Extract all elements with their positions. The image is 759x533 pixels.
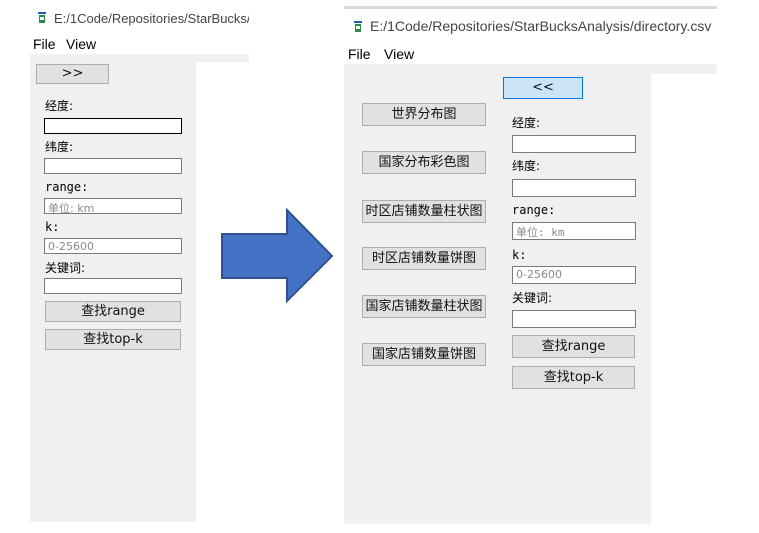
keyword-input[interactable]	[44, 278, 182, 294]
k-label: k:	[45, 220, 60, 234]
window-top-border	[344, 6, 717, 9]
expand-toggle-button[interactable]: >>	[36, 64, 109, 84]
latitude-label: 纬度:	[512, 159, 541, 173]
timezone-pie-chart-button[interactable]: 时区店铺数量饼图	[362, 247, 486, 270]
window-title: E:/1Code/Repositories/StarBucksAnalysis/…	[370, 18, 712, 34]
longitude-input[interactable]	[512, 135, 636, 153]
keyword-label: 关键词:	[512, 291, 553, 305]
longitude-label: 经度:	[45, 99, 74, 113]
keyword-label: 关键词:	[45, 261, 86, 275]
arrow-right-icon	[221, 208, 334, 303]
range-input[interactable]: 单位: km	[512, 222, 636, 240]
world-map-button[interactable]: 世界分布图	[362, 103, 486, 126]
toolbar-strip	[30, 54, 249, 62]
search-topk-button[interactable]: 查找top-k	[45, 329, 181, 350]
toolbar-strip	[344, 64, 717, 74]
k-input[interactable]: 0-25600	[44, 238, 182, 254]
k-input[interactable]: 0-25600	[512, 266, 636, 284]
search-topk-button[interactable]: 查找top-k	[512, 366, 635, 389]
app-icon	[38, 12, 46, 23]
keyword-input[interactable]	[512, 310, 636, 328]
app-icon	[354, 21, 362, 32]
menu-view[interactable]: View	[384, 46, 414, 62]
longitude-input[interactable]	[44, 118, 182, 134]
menu-view[interactable]: View	[66, 36, 96, 52]
range-label: range:	[512, 203, 556, 217]
country-bar-chart-button[interactable]: 国家店铺数量柱状图	[362, 295, 486, 318]
range-label: range:	[45, 180, 89, 194]
range-input[interactable]: 单位: km	[44, 198, 182, 214]
timezone-bar-chart-button[interactable]: 时区店铺数量柱状图	[362, 200, 486, 223]
collapse-toggle-button[interactable]: <<	[503, 77, 583, 99]
search-range-button[interactable]: 查找range	[512, 335, 635, 358]
longitude-label: 经度:	[512, 116, 541, 130]
search-range-button[interactable]: 查找range	[45, 301, 181, 322]
latitude-input[interactable]	[44, 158, 182, 174]
latitude-input[interactable]	[512, 179, 636, 197]
country-pie-chart-button[interactable]: 国家店铺数量饼图	[362, 343, 486, 366]
k-label: k:	[512, 248, 527, 262]
latitude-label: 纬度:	[45, 140, 74, 154]
country-color-map-button[interactable]: 国家分布彩色图	[362, 151, 486, 174]
menu-file[interactable]: File	[33, 36, 56, 52]
window-title: E:/1Code/Repositories/StarBucks/	[54, 11, 249, 26]
menu-file[interactable]: File	[348, 46, 371, 62]
